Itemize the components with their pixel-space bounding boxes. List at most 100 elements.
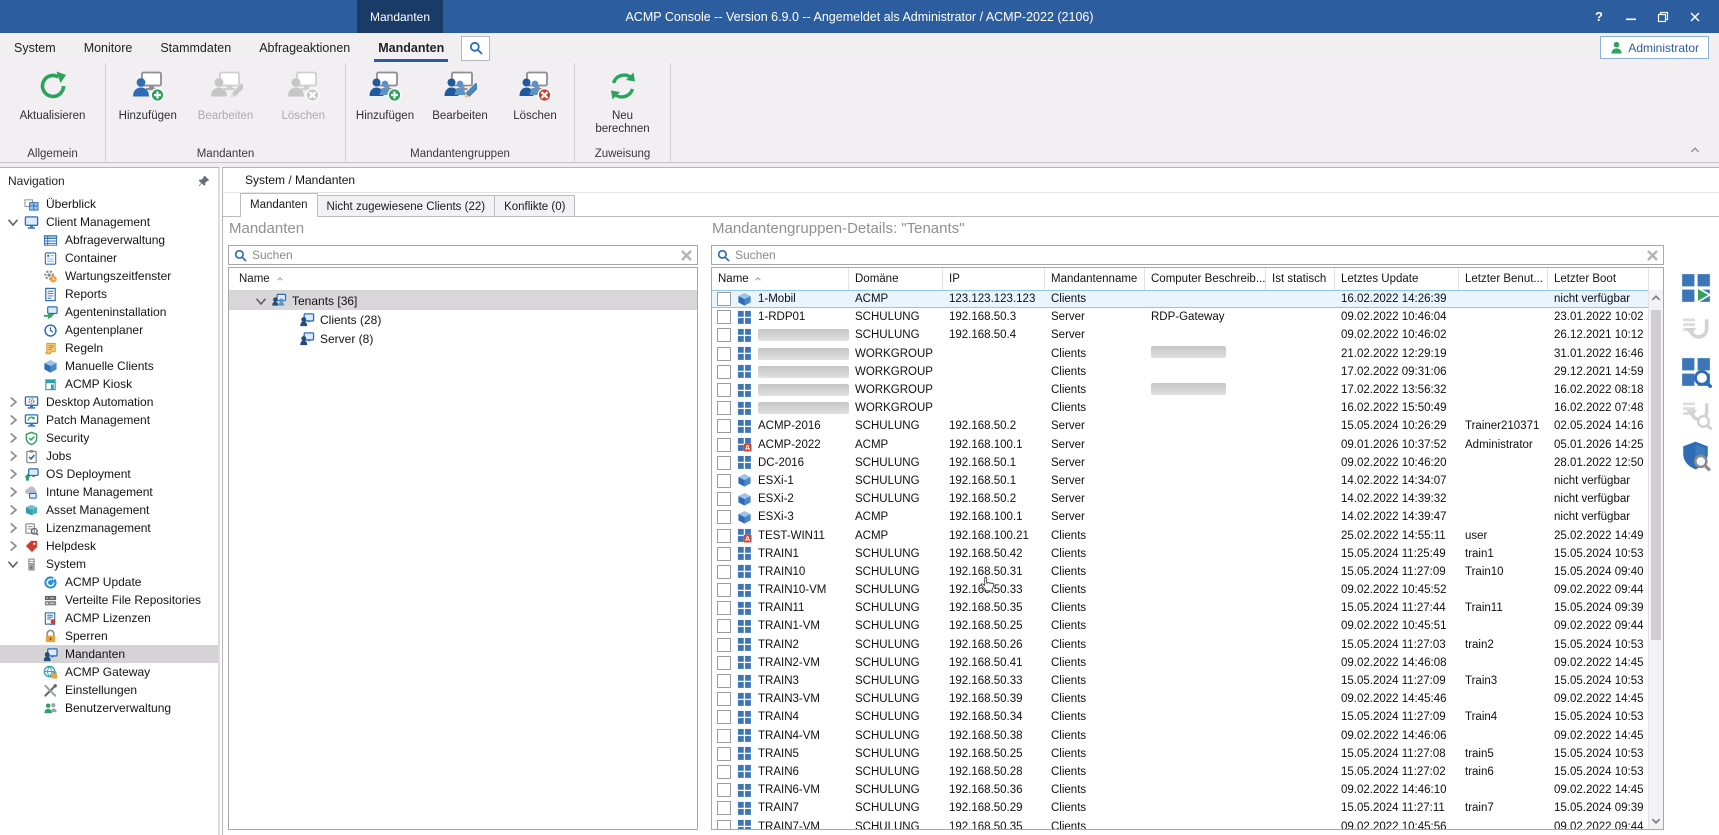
chevron-right-icon[interactable]: [7, 522, 19, 534]
column-header-ist-statisch[interactable]: Ist statisch: [1266, 268, 1335, 290]
row-checkbox[interactable]: [717, 747, 731, 761]
row-checkbox[interactable]: [717, 401, 731, 415]
menu-tab-abfrageaktionen[interactable]: Abfrageaktionen: [245, 33, 364, 63]
sidebar-item-benutzerverwaltung[interactable]: Benutzerverwaltung: [0, 699, 218, 717]
chevron-right-icon[interactable]: [7, 504, 19, 516]
table-row[interactable]: TRAIN6-VMSCHULUNG192.168.50.36Clients09.…: [712, 781, 1648, 799]
tab-konflikte-0-[interactable]: Konflikte (0): [494, 195, 575, 217]
table-row[interactable]: TRAIN7SCHULUNG192.168.50.29Clients15.05.…: [712, 799, 1648, 817]
sidebar-item-os-deployment[interactable]: OS Deployment: [0, 465, 218, 483]
sidebar-item-wartungszeitfenster[interactable]: Wartungszeitfenster: [0, 267, 218, 285]
sidebar-item-agentenplaner[interactable]: Agentenplaner: [0, 321, 218, 339]
table-row[interactable]: 1-MobilACMP123.123.123.123Clients16.02.2…: [712, 290, 1648, 308]
ribbon-button-recalculate[interactable]: Neu berechnen: [587, 69, 659, 136]
row-checkbox[interactable]: [717, 710, 731, 724]
tree-item-clients-28-[interactable]: Clients (28): [229, 310, 697, 329]
chevron-right-icon[interactable]: [7, 414, 19, 426]
table-row[interactable]: TRAIN4SCHULUNG192.168.50.34Clients15.05.…: [712, 708, 1648, 726]
sidebar-item-jobs[interactable]: Jobs: [0, 447, 218, 465]
details-search-input[interactable]: Suchen: [711, 245, 1664, 265]
pin-icon[interactable]: [198, 175, 210, 187]
menu-tab-stammdaten[interactable]: Stammdaten: [146, 33, 245, 63]
row-checkbox[interactable]: [717, 383, 731, 397]
column-header-computer-beschreib-[interactable]: Computer Beschreib...: [1145, 268, 1266, 290]
column-header-domäne[interactable]: Domäne: [849, 268, 943, 290]
sidebar-item-überblick[interactable]: Überblick: [0, 195, 218, 213]
row-checkbox[interactable]: [717, 456, 731, 470]
minimize-button[interactable]: [1615, 0, 1647, 33]
table-row[interactable]: TRAIN3-VMSCHULUNG192.168.50.39Clients09.…: [712, 690, 1648, 708]
row-checkbox[interactable]: [717, 474, 731, 488]
row-checkbox[interactable]: [717, 692, 731, 706]
row-checkbox[interactable]: [717, 619, 731, 633]
sidebar-item-manuelle-clients[interactable]: Manuelle Clients: [0, 357, 218, 375]
sidebar-item-system[interactable]: System: [0, 555, 218, 573]
tree-item-tenants[interactable]: Tenants [36]: [229, 291, 697, 310]
row-checkbox[interactable]: [717, 583, 731, 597]
row-checkbox[interactable]: [717, 310, 731, 324]
scrollbar-thumb[interactable]: [1651, 310, 1661, 640]
table-row[interactable]: TRAIN2-VMSCHULUNG192.168.50.41Clients09.…: [712, 654, 1648, 672]
sidebar-item-regeln[interactable]: Regeln: [0, 339, 218, 357]
column-header-letzter-boot[interactable]: Letzter Boot: [1548, 268, 1649, 290]
table-row[interactable]: SCHULUNG192.168.50.4Server09.02.2022 10:…: [712, 326, 1648, 344]
row-checkbox[interactable]: [717, 492, 731, 506]
table-row[interactable]: TRAIN1SCHULUNG192.168.50.42Clients15.05.…: [712, 545, 1648, 563]
sidebar-item-acmp-update[interactable]: ACMP Update: [0, 573, 218, 591]
column-header-mandantenname[interactable]: Mandantenname: [1045, 268, 1145, 290]
ribbon-button-refresh[interactable]: Aktualisieren: [17, 69, 89, 123]
chevron-right-icon[interactable]: [7, 396, 19, 408]
clear-search-icon[interactable]: [681, 250, 692, 261]
table-row[interactable]: TRAIN6SCHULUNG192.168.50.28Clients15.05.…: [712, 763, 1648, 781]
table-row[interactable]: 1-RDP01SCHULUNG192.168.50.3ServerRDP-Gat…: [712, 308, 1648, 326]
table-row[interactable]: WORKGROUPClients17.02.2022 09:31:0629.12…: [712, 363, 1648, 381]
sidebar-item-client-management[interactable]: Client Management: [0, 213, 218, 231]
table-row[interactable]: TRAIN4-VMSCHULUNG192.168.50.38Clients09.…: [712, 727, 1648, 745]
menu-tab-mandanten[interactable]: Mandanten: [364, 33, 458, 63]
table-row[interactable]: WORKGROUPClients21.02.2022 12:29:1931.01…: [712, 345, 1648, 363]
table-row[interactable]: TRAIN5SCHULUNG192.168.50.25Clients15.05.…: [712, 745, 1648, 763]
sidebar-item-reports[interactable]: Reports: [0, 285, 218, 303]
table-row[interactable]: ESXi-3ACMP192.168.100.1Server14.02.2022 …: [712, 508, 1648, 526]
table-row[interactable]: TRAIN11SCHULUNG192.168.50.35Clients15.05…: [712, 599, 1648, 617]
table-row[interactable]: WORKGROUPClients17.02.2022 13:56:3216.02…: [712, 381, 1648, 399]
table-row[interactable]: DC-2016SCHULUNG192.168.50.1Server09.02.2…: [712, 454, 1648, 472]
table-row[interactable]: AACMP-2022ACMP192.168.100.1Server09.01.2…: [712, 436, 1648, 454]
row-checkbox[interactable]: [717, 656, 731, 670]
tab-mandanten[interactable]: Mandanten: [240, 193, 318, 217]
sidebar-item-verteilte-file-repositories[interactable]: Verteilte File Repositories: [0, 591, 218, 609]
table-row[interactable]: TRAIN1-VMSCHULUNG192.168.50.25Clients09.…: [712, 617, 1648, 635]
column-header-letzter-benut-[interactable]: Letzter Benut...: [1459, 268, 1548, 290]
row-checkbox[interactable]: [717, 729, 731, 743]
row-checkbox[interactable]: [717, 347, 731, 361]
column-header-ip[interactable]: IP: [943, 268, 1045, 290]
table-row[interactable]: TRAIN2SCHULUNG192.168.50.26Clients15.05.…: [712, 636, 1648, 654]
ribbon-button-group-add[interactable]: Hinzufügen: [349, 69, 421, 123]
row-checkbox[interactable]: [717, 419, 731, 433]
row-checkbox[interactable]: [717, 328, 731, 342]
vertical-scrollbar[interactable]: [1648, 290, 1663, 829]
scroll-up-icon[interactable]: [1650, 292, 1662, 304]
row-checkbox[interactable]: [717, 365, 731, 379]
close-button[interactable]: [1679, 0, 1711, 33]
sidebar-item-agenteninstallation[interactable]: Agenteninstallation: [0, 303, 218, 321]
menu-tab-system[interactable]: System: [0, 33, 70, 63]
sidebar-item-patch-management[interactable]: Patch Management: [0, 411, 218, 429]
titlebar-app-tab[interactable]: Mandanten: [357, 0, 443, 33]
row-checkbox[interactable]: [717, 638, 731, 652]
row-checkbox[interactable]: [717, 438, 731, 452]
sidebar-item-einstellungen[interactable]: Einstellungen: [0, 681, 218, 699]
tree-item-server-8-[interactable]: Server (8): [229, 329, 697, 348]
table-row[interactable]: ESXi-2SCHULUNG192.168.50.2Server14.02.20…: [712, 490, 1648, 508]
chevron-down-icon[interactable]: [7, 216, 19, 228]
column-header-name[interactable]: Name: [712, 268, 849, 290]
row-checkbox[interactable]: [717, 765, 731, 779]
chevron-down-icon[interactable]: [7, 558, 19, 570]
restore-button[interactable]: [1647, 0, 1679, 33]
run-on-clients-button[interactable]: [1680, 272, 1712, 304]
client-details-button[interactable]: [1680, 356, 1712, 388]
table-row[interactable]: TRAIN7-VMSCHULUNG192.168.50.35Clients09.…: [712, 817, 1648, 829]
ribbon-button-group-delete[interactable]: Löschen: [499, 69, 571, 123]
tree-column-name[interactable]: Name: [239, 273, 270, 285]
sidebar-item-security[interactable]: Security: [0, 429, 218, 447]
